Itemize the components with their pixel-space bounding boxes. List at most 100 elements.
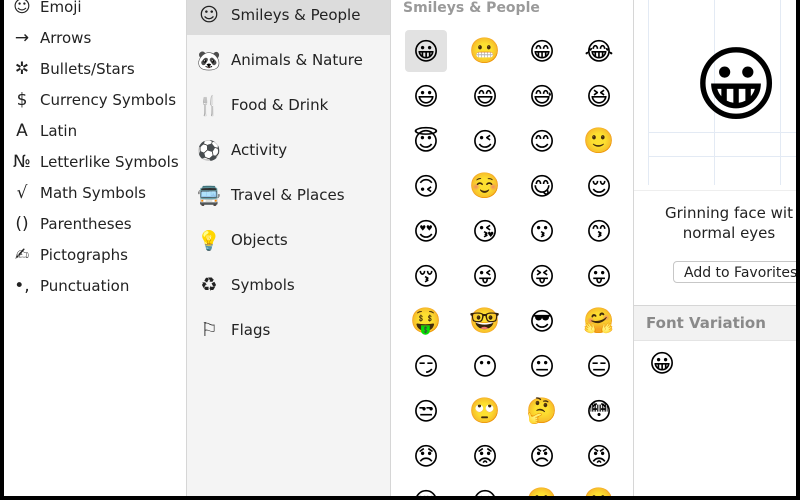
subcategory-label: Symbols <box>231 276 295 294</box>
detail-panel: 😀 Grinning face wit normal eyes Add to F… <box>634 0 796 496</box>
font-variation-emoji[interactable]: 😀 <box>649 349 675 378</box>
subcategory-item[interactable]: 🍴 Food & Drink <box>187 85 390 125</box>
emoji-cell[interactable]: 😆 <box>578 75 620 117</box>
emoji-cell[interactable]: 😇 <box>405 120 447 162</box>
emoji-cell[interactable]: 😳 <box>578 390 620 432</box>
panda-icon: 🐼 <box>197 49 221 72</box>
emoji-cell[interactable]: 😂 <box>578 30 620 72</box>
emoji-cell[interactable]: 🤔 <box>521 390 563 432</box>
emoji-cell[interactable]: ☹️ <box>578 480 620 496</box>
subcategory-label: Travel & Places <box>231 186 345 204</box>
category-item[interactable]: → Arrows <box>4 23 186 53</box>
subcategory-item[interactable]: ⚐ Flags <box>187 310 390 350</box>
category-label: Latin <box>40 122 78 140</box>
emoji-cell[interactable]: 🤓 <box>464 300 506 342</box>
emoji-cell[interactable]: 🙃 <box>405 165 447 207</box>
category-item[interactable]: A Latin <box>4 116 186 146</box>
grid-heading: Smileys & People <box>403 0 540 16</box>
emoji-cell[interactable]: 😑 <box>578 345 620 387</box>
bus-icon: 🚍 <box>197 184 221 207</box>
emoji-cell[interactable]: 😜 <box>464 255 506 297</box>
emoji-cell[interactable]: 😃 <box>405 75 447 117</box>
emoji-cell[interactable]: 😀 <box>405 30 447 72</box>
subcategory-item[interactable]: 🐼 Animals & Nature <box>187 40 390 80</box>
font-variation-label: Font Variation <box>646 314 766 332</box>
category-item[interactable]: ✲ Bullets/Stars <box>4 54 186 84</box>
emoji-cell[interactable]: ☺️ <box>464 165 506 207</box>
subcategory-label: Flags <box>231 321 271 339</box>
numero-sign-icon: № <box>13 152 31 172</box>
category-label: Currency Symbols <box>40 91 177 109</box>
smiley-face-icon: ☺ <box>199 4 219 26</box>
emoji-cell[interactable]: 😝 <box>521 255 563 297</box>
emoji-face-icon: ☺ <box>13 0 31 17</box>
category-item[interactable]: () Parentheses <box>4 209 186 239</box>
emoji-cell[interactable]: 😠 <box>521 435 563 477</box>
emoji-cell[interactable]: 😙 <box>578 210 620 252</box>
category-label: Emoji <box>40 0 82 16</box>
emoji-cell[interactable]: 😡 <box>578 435 620 477</box>
letter-a-icon: A <box>16 121 28 141</box>
category-item[interactable]: ☺ Emoji <box>4 0 186 22</box>
square-root-icon: √ <box>16 183 28 203</box>
subcategory-item[interactable]: ♻ Symbols <box>187 265 390 305</box>
category-item[interactable]: № Letterlike Symbols <box>4 147 186 177</box>
subcategory-item[interactable]: ⚽ Activity <box>187 130 390 170</box>
emoji-cell[interactable]: 🙄 <box>464 390 506 432</box>
emoji-cell[interactable]: 😅 <box>521 75 563 117</box>
emoji-cell[interactable]: 😐 <box>521 345 563 387</box>
emoji-cell[interactable]: 😏 <box>405 345 447 387</box>
emoji-cell[interactable]: 🤗 <box>578 300 620 342</box>
emoji-cell[interactable]: 🤑 <box>405 300 447 342</box>
emoji-cell[interactable]: 😊 <box>521 120 563 162</box>
subcategory-label: Smileys & People <box>231 6 361 24</box>
asterisk-star-icon: ✲ <box>14 59 30 79</box>
category-item[interactable]: $ Currency Symbols <box>4 85 186 115</box>
subcategory-label: Food & Drink <box>231 96 329 114</box>
subcategory-label: Animals & Nature <box>231 51 363 69</box>
emoji-cell[interactable]: 😄 <box>464 75 506 117</box>
subcategory-list: ☺ Smileys & People 🐼 Animals & Nature 🍴 Food … <box>187 0 391 496</box>
guide-line <box>648 156 796 157</box>
emoji-cell[interactable]: 🙂 <box>578 120 620 162</box>
emoji-name-line2: normal eyes <box>682 224 776 242</box>
emoji-name-line1: Grinning face wit <box>665 204 793 222</box>
category-label: Bullets/Stars <box>40 60 135 78</box>
add-to-favorites-button[interactable]: Add to Favorites <box>673 261 796 283</box>
emoji-cell[interactable]: 😘 <box>464 210 506 252</box>
emoji-cell[interactable]: 😉 <box>464 120 506 162</box>
emoji-cell[interactable]: 😶 <box>464 345 506 387</box>
subcategory-label: Activity <box>231 141 288 159</box>
soccer-ball-icon: ⚽ <box>197 139 221 162</box>
subcategory-label: Objects <box>231 231 288 249</box>
emoji-cell[interactable]: 😚 <box>405 255 447 297</box>
emoji-cell[interactable]: 😁 <box>521 30 563 72</box>
emoji-cell[interactable]: 😞 <box>405 435 447 477</box>
emoji-cell[interactable]: 😗 <box>521 210 563 252</box>
emoji-cell[interactable]: 😒 <box>405 390 447 432</box>
emoji-cell[interactable]: 😛 <box>578 255 620 297</box>
category-label: Parentheses <box>40 215 132 233</box>
emoji-cell[interactable]: 😌 <box>578 165 620 207</box>
category-item[interactable]: √ Math Symbols <box>4 178 186 208</box>
emoji-cell[interactable]: 😬 <box>464 30 506 72</box>
emoji-cell[interactable]: 😟 <box>464 435 506 477</box>
category-item[interactable]: •, Punctuation <box>4 271 186 301</box>
emoji-cell[interactable]: 😎 <box>521 300 563 342</box>
category-label: Letterlike Symbols <box>40 153 179 171</box>
dollar-sign-icon: $ <box>16 90 28 110</box>
emoji-cell[interactable]: 😋 <box>521 165 563 207</box>
symbols-icon: ♻ <box>200 274 218 296</box>
emoji-cell[interactable]: 😍 <box>405 210 447 252</box>
writing-hand-icon: ✍ <box>14 245 30 265</box>
font-variation-header: Font Variation <box>634 306 796 341</box>
preview-emoji: 😀 <box>693 38 779 133</box>
category-label: Arrows <box>40 29 92 47</box>
emoji-cell[interactable]: 🙁 <box>521 480 563 496</box>
subcategory-item[interactable]: 💡 Objects <box>187 220 390 260</box>
subcategory-item[interactable]: ☺ Smileys & People <box>187 0 390 35</box>
emoji-cell[interactable]: 😔 <box>405 480 447 497</box>
subcategory-item[interactable]: 🚍 Travel & Places <box>187 175 390 215</box>
emoji-cell[interactable]: 😕 <box>464 480 506 497</box>
category-item[interactable]: ✍ Pictographs <box>4 240 186 270</box>
